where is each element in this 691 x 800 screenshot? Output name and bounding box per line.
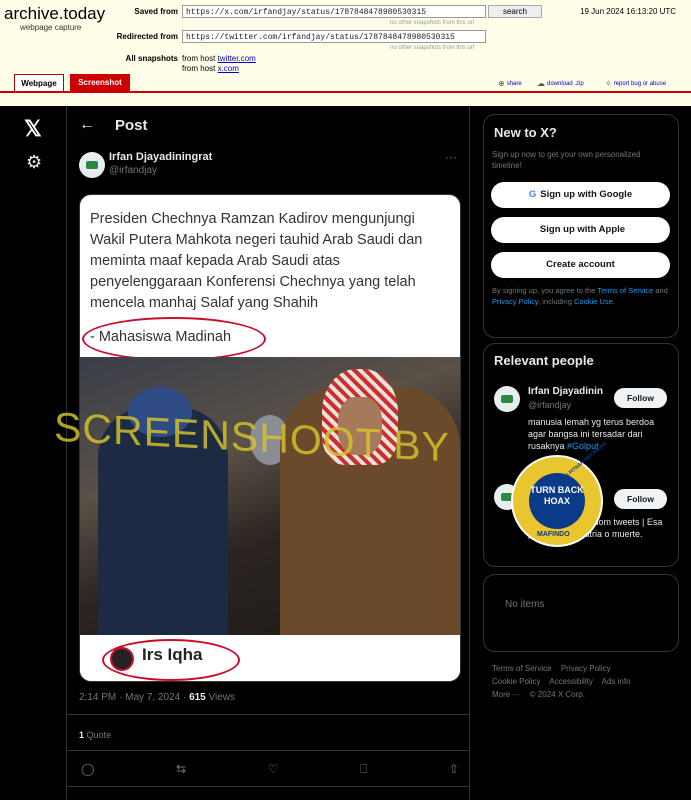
quote-label: Quote <box>84 730 112 740</box>
back-arrow-icon[interactable]: ← <box>79 116 95 134</box>
signup-legal-text: By signing up, you agree to the Terms of… <box>492 285 674 307</box>
signup-apple-label: Sign up with Apple <box>539 224 626 235</box>
no-items-text: No items <box>505 599 545 610</box>
footer-accessibility[interactable]: Accessibility <box>549 677 593 686</box>
fromhost-x-link[interactable]: x.com <box>218 64 239 73</box>
signup-google-label: Sign up with Google <box>540 189 633 200</box>
legal-including: , including <box>538 297 574 306</box>
footer-cookie[interactable]: Cookie Policy <box>492 677 540 686</box>
footer-links: Terms of Service Privacy Policy Cookie P… <box>492 662 678 701</box>
download-tool[interactable]: ☁ download .zip <box>537 79 584 88</box>
image-quote-text: Presiden Chechnya Ramzan Kadirov mengunj… <box>90 211 423 311</box>
divider <box>67 786 469 787</box>
like-icon[interactable]: ♡ <box>268 762 279 777</box>
photo-handshake <box>80 357 460 635</box>
footer-copyright: © 2024 X Corp. <box>529 690 585 699</box>
legal-prefix: By signing up, you agree to the <box>492 286 598 295</box>
lamp-icon: ✧ <box>605 79 612 88</box>
quotes-link[interactable]: 1 Quote <box>79 730 111 740</box>
footer-terms[interactable]: Terms of Service <box>492 664 552 673</box>
person-handle[interactable]: @irfandjay <box>528 400 571 410</box>
badge-center: TURN BACK HOAX <box>529 473 585 529</box>
reply-icon[interactable]: ◯ <box>81 762 94 777</box>
fromhost-prefix: from host <box>182 64 216 73</box>
saved-from-hint[interactable]: no other snapshots from this url <box>390 20 474 26</box>
archive-brand-sub: webpage capture <box>20 23 82 32</box>
divider <box>67 750 469 751</box>
image-caption-bar: Irs Iqha <box>80 635 460 681</box>
x-logo-icon[interactable]: 𝕏 <box>24 116 42 142</box>
trends-card: No items <box>483 574 679 652</box>
saved-from-field[interactable]: https://x.com/irfandjay/status/178784847… <box>182 5 486 18</box>
share-icon: ⊕ <box>498 79 505 88</box>
relevant-people-title: Relevant people <box>494 353 594 368</box>
saved-from-label: Saved from <box>134 7 178 16</box>
create-account-button[interactable]: Create account <box>491 252 670 278</box>
tab-webpage[interactable]: Webpage <box>14 74 64 92</box>
capture-date: 19 Jun 2024 16:13:20 UTC <box>580 7 677 16</box>
privacy-link[interactable]: Privacy Policy <box>492 297 538 306</box>
signup-apple-button[interactable]: Sign up with Apple <box>491 217 670 243</box>
fromhost-twitter: from host twitter.com <box>182 54 256 63</box>
more-options-icon[interactable]: ··· <box>445 150 457 164</box>
signup-google-button[interactable]: G Sign up with Google <box>491 182 670 208</box>
download-link[interactable]: download .zip <box>547 81 584 87</box>
redirected-from-label: Redirected from <box>116 32 178 41</box>
repost-icon[interactable]: ⇆ <box>176 762 186 777</box>
cookie-link[interactable]: Cookie Use <box>574 297 613 306</box>
tab-underline <box>0 91 691 93</box>
redirected-hint[interactable]: no other snapshots from this url <box>390 45 474 51</box>
archive-header: archive.today webpage capture Saved from… <box>0 0 691 106</box>
follow-button[interactable]: Follow <box>614 489 667 509</box>
image-caption: Irs Iqha <box>142 645 203 664</box>
tab-screenshot[interactable]: Screenshot <box>70 74 130 92</box>
footer-more[interactable]: More ··· <box>492 690 520 699</box>
new-to-x-subtitle: Sign up now to get your own personalized… <box>492 150 641 170</box>
new-to-x-title: New to X? <box>494 125 557 140</box>
author-name[interactable]: Irfan Djayadiningrat <box>109 151 212 163</box>
report-tool[interactable]: ✧ report bug or abuse <box>605 79 666 88</box>
author-handle[interactable]: @irfandjay <box>109 165 157 176</box>
cloud-download-icon: ☁ <box>537 79 545 88</box>
share-icon[interactable]: ⇧ <box>449 762 459 777</box>
views-label: Views <box>205 692 236 703</box>
gear-icon[interactable]: ⚙ <box>26 152 42 173</box>
fromhost-prefix: from host <box>182 54 216 63</box>
person-name[interactable]: Irfan Djayadinin <box>528 386 603 397</box>
views-count: 615 <box>189 692 206 703</box>
legal-and: and <box>653 286 668 295</box>
turnbackhoax-badge: MASYARAKAT ANTI FITNAH INDONESIA TURN BA… <box>511 441 608 547</box>
post-timestamp[interactable]: 2:14 PM · May 7, 2024 · <box>79 692 189 703</box>
terms-link[interactable]: Terms of Service <box>597 286 653 295</box>
author-avatar[interactable] <box>79 152 105 178</box>
caption-logo-icon <box>110 647 134 671</box>
footer-ads[interactable]: Ads info <box>602 677 631 686</box>
footer-privacy[interactable]: Privacy Policy <box>561 664 611 673</box>
badge-bottom-label: MAFINDO <box>537 531 570 538</box>
bookmark-icon[interactable]: ⎕ <box>360 762 367 777</box>
image-quote-source: - Mahasiswa Madinah <box>90 329 232 345</box>
new-to-x-card: New to X? Sign up now to get your own pe… <box>483 114 679 338</box>
divider <box>67 714 469 715</box>
share-link[interactable]: share <box>507 81 522 87</box>
page-title: Post <box>115 117 148 134</box>
post-actions: ◯ ⇆ ♡ ⎕ ⇧ <box>81 762 459 777</box>
redirected-from-field[interactable]: https://twitter.com/irfandjay/status/178… <box>182 30 486 43</box>
fromhost-x: from host x.com <box>182 64 239 73</box>
legal-end: . <box>612 297 615 306</box>
share-tool[interactable]: ⊕ share <box>498 79 522 88</box>
report-link[interactable]: report bug or abuse <box>614 81 666 87</box>
fromhost-twitter-link[interactable]: twitter.com <box>218 54 256 63</box>
post-meta: 2:14 PM · May 7, 2024 · 615 Views <box>79 692 235 703</box>
google-icon: G <box>528 189 537 200</box>
search-button[interactable]: search <box>488 5 542 18</box>
all-snapshots-label: All snapshots <box>125 54 178 63</box>
archive-brand[interactable]: archive.today <box>4 4 105 24</box>
person-avatar[interactable] <box>494 386 520 412</box>
follow-button[interactable]: Follow <box>614 388 667 408</box>
